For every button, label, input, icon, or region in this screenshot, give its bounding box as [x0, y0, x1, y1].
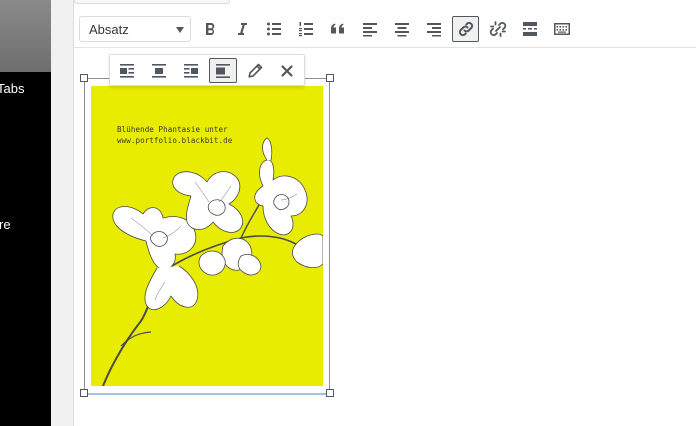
- insert-link-button[interactable]: [452, 16, 479, 42]
- image-remove-button[interactable]: [273, 58, 301, 83]
- editor-tab[interactable]: [74, 0, 230, 4]
- align-right-button[interactable]: [420, 16, 447, 42]
- resize-handle-bottom-right[interactable]: [326, 389, 334, 397]
- remove-link-button[interactable]: [484, 16, 511, 42]
- selection-underline: [84, 393, 330, 395]
- resize-handle-top-left[interactable]: [80, 74, 88, 82]
- admin-menu-highlight: [0, 0, 51, 72]
- numbered-list-icon: [298, 22, 313, 37]
- blockquote-icon: [330, 23, 344, 34]
- unlink-icon: [489, 21, 506, 37]
- image-align-right-button[interactable]: [177, 58, 205, 83]
- orchid-poster-image[interactable]: Blühende Phantasie unter www.portfolio.b…: [91, 86, 323, 386]
- chevron-down-icon: [176, 27, 184, 33]
- bold-button[interactable]: [196, 16, 223, 42]
- editor-toolbar: Absatz: [74, 10, 696, 48]
- align-left-wrap-icon: [120, 63, 134, 78]
- close-icon: [281, 64, 293, 77]
- align-none-icon: [216, 63, 230, 78]
- blockquote-button[interactable]: [324, 16, 351, 42]
- admin-menu: Tabs re: [0, 0, 51, 426]
- align-center-icon: [394, 23, 409, 37]
- resize-handle-bottom-left[interactable]: [80, 389, 88, 397]
- numbered-list-button[interactable]: [292, 16, 319, 42]
- align-center-wrap-icon: [152, 63, 166, 78]
- keyboard-icon: [553, 23, 570, 35]
- image-edit-button[interactable]: [241, 58, 269, 83]
- align-center-button[interactable]: [388, 16, 415, 42]
- italic-icon: [237, 23, 247, 35]
- image-align-left-button[interactable]: [113, 58, 141, 83]
- read-more-icon: [522, 22, 537, 36]
- image-align-center-button[interactable]: [145, 58, 173, 83]
- align-right-icon: [426, 23, 441, 37]
- italic-button[interactable]: [228, 16, 255, 42]
- link-icon: [458, 21, 473, 37]
- pencil-icon: [248, 63, 263, 78]
- bulleted-list-icon: [266, 22, 281, 36]
- toolbar-toggle-button[interactable]: [548, 16, 575, 42]
- admin-menu-item-partial[interactable]: re: [0, 217, 11, 232]
- align-left-button[interactable]: [356, 16, 383, 42]
- bulleted-list-button[interactable]: [260, 16, 287, 42]
- align-right-wrap-icon: [184, 63, 198, 78]
- resize-handle-top-right[interactable]: [326, 74, 334, 82]
- align-left-icon: [362, 23, 377, 37]
- orchid-illustration: [102, 137, 323, 386]
- bold-icon: [205, 22, 214, 35]
- image-align-none-button[interactable]: [209, 58, 237, 83]
- image-inline-toolbar: [109, 54, 305, 86]
- format-select[interactable]: Absatz: [79, 16, 191, 42]
- read-more-button[interactable]: [516, 16, 543, 42]
- format-select-value: Absatz: [89, 21, 129, 37]
- admin-menu-item-tabs[interactable]: Tabs: [0, 81, 24, 96]
